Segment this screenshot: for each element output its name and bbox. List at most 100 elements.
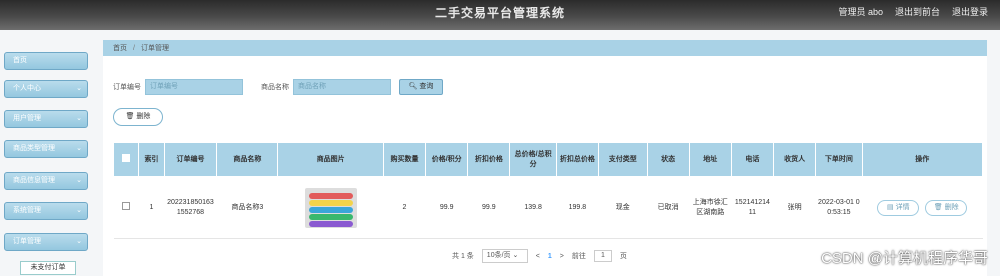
breadcrumb-home[interactable]: 首页 xyxy=(113,43,127,53)
sidebar-item-orders[interactable]: 订单管理 ⌄ xyxy=(4,233,88,251)
cell-discount-total: 199.8 xyxy=(556,176,599,239)
row-checkbox[interactable] xyxy=(122,201,131,210)
cell-status: 已取消 xyxy=(647,176,690,239)
order-no-label: 订单编号 xyxy=(113,84,141,91)
cell-order-no: 2022318501631552768 xyxy=(164,176,217,239)
column-header: 购买数量 xyxy=(382,142,427,177)
cell-price: 99.9 xyxy=(425,176,468,239)
thumb-band xyxy=(308,206,353,213)
page-number[interactable]: 1 xyxy=(548,253,552,260)
table-row: 1 2022318501631552768 商品名称3 2 99.9 99.9 … xyxy=(113,176,983,239)
cell-address: 上海市徐汇区湖南路 xyxy=(689,176,732,239)
column-header: 状态 xyxy=(646,142,690,177)
product-name-input[interactable]: 商品名称 xyxy=(293,79,391,95)
chevron-down-icon: ⌄ xyxy=(76,85,82,92)
cell-total: 139.8 xyxy=(509,176,557,239)
admin-label: 管理员 abo xyxy=(838,7,883,17)
sidebar-item-label: 系统管理 xyxy=(13,207,41,214)
column-header: 地址 xyxy=(688,142,732,177)
chevron-down-icon: ⌄ xyxy=(76,177,82,184)
detail-icon: ▤ xyxy=(887,203,894,211)
column-header: 电话 xyxy=(730,142,775,177)
main-content: 首页 / 订单管理 订单编号 订单编号 商品名称 商品名称 🔍︎ 查询 🗑︎ 删… xyxy=(103,40,987,276)
breadcrumb-current: 订单管理 xyxy=(140,45,169,52)
column-header: 索引 xyxy=(138,142,165,177)
trash-icon: 🗑︎ xyxy=(125,113,135,120)
cell-receiver: 张明 xyxy=(773,176,816,239)
search-icon: 🔍︎ xyxy=(408,83,418,90)
sidebar-item-profile[interactable]: 个人中心 ⌄ xyxy=(4,80,88,98)
cell-pay-type: 现金 xyxy=(598,176,647,239)
delete-button-label: 删除 xyxy=(944,203,959,211)
column-header: 收货人 xyxy=(773,142,817,177)
sidebar-subitem-unpaid-orders[interactable]: 未支付订单 xyxy=(20,261,76,275)
product-name-label: 商品名称 xyxy=(261,84,289,91)
back-to-front-link[interactable]: 退出到前台 xyxy=(895,5,940,18)
sidebar: 首页 个人中心 ⌄ 用户管理 ⌄ 商品类型管理 ⌄ 商品信息管理 ⌄ 系统管理 … xyxy=(0,30,98,276)
delete-button[interactable]: 🗑︎ 删除 xyxy=(925,199,968,216)
search-bar: 订单编号 订单编号 商品名称 商品名称 🔍︎ 查询 xyxy=(113,79,443,95)
header-actions: 管理员 abo 退出到前台 退出登录 xyxy=(838,5,988,18)
sidebar-item-users[interactable]: 用户管理 ⌄ xyxy=(4,110,88,128)
select-all-checkbox[interactable] xyxy=(122,153,131,162)
cell-product-name: 商品名称3 xyxy=(216,176,278,239)
batch-delete-button[interactable]: 🗑︎ 删除 xyxy=(113,108,163,126)
column-header: 折扣价格 xyxy=(467,142,511,177)
goto-label: 前往 xyxy=(571,253,586,260)
cell-discount-price: 99.9 xyxy=(467,176,510,239)
sidebar-item-product-types[interactable]: 商品类型管理 ⌄ xyxy=(4,140,88,158)
sidebar-item-label: 个人中心 xyxy=(13,85,41,92)
cell-phone: 15214121411 xyxy=(731,176,774,239)
column-header: 价格/积分 xyxy=(425,142,469,177)
chevron-down-icon: ⌄ xyxy=(512,252,519,259)
chevron-down-icon: ⌄ xyxy=(76,145,82,152)
watermark: CSDN @计算机程序华哥 xyxy=(821,250,988,267)
breadcrumb: 首页 / 订单管理 xyxy=(103,40,987,56)
logout-link[interactable]: 退出登录 xyxy=(952,5,988,18)
cell-product-image xyxy=(277,176,384,239)
chevron-down-icon: ⌄ xyxy=(76,115,82,122)
select-all-header[interactable] xyxy=(112,142,140,177)
sidebar-item-label: 商品类型管理 xyxy=(13,145,55,152)
chevron-down-icon: ⌄ xyxy=(76,207,82,214)
next-page-button[interactable]: > xyxy=(560,253,564,260)
column-header: 操作 xyxy=(861,142,984,177)
orders-table: 索引 订单编号 商品名称 商品图片 购买数量 价格/积分 折扣价格 总价格/总积… xyxy=(112,142,984,239)
thumb-band xyxy=(308,213,353,220)
product-image xyxy=(304,187,357,228)
column-header: 支付类型 xyxy=(598,142,648,177)
column-header: 订单编号 xyxy=(163,142,218,177)
column-header: 下单时间 xyxy=(815,142,863,177)
search-button-label: 查询 xyxy=(419,83,434,90)
prev-page-button[interactable]: < xyxy=(536,253,540,260)
sidebar-item-system[interactable]: 系统管理 ⌄ xyxy=(4,202,88,220)
cell-actions: ▤ 详情 🗑︎ 删除 xyxy=(862,176,983,239)
detail-button[interactable]: ▤ 详情 xyxy=(877,199,920,216)
top-header: 二手交易平台管理系统 管理员 abo 退出到前台 退出登录 xyxy=(0,0,1000,30)
cell-quantity: 2 xyxy=(383,176,426,239)
cell-index: 1 xyxy=(138,176,165,239)
column-header: 折扣总价格 xyxy=(555,142,600,177)
goto-page-input[interactable]: 1 xyxy=(593,250,612,262)
goto-unit: 页 xyxy=(619,253,627,260)
sidebar-item-label: 商品信息管理 xyxy=(13,177,55,184)
sidebar-item-products[interactable]: 商品信息管理 ⌄ xyxy=(4,172,88,190)
batch-delete-label: 删除 xyxy=(136,113,151,120)
column-header: 总价格/总积分 xyxy=(509,142,557,177)
search-button[interactable]: 🔍︎ 查询 xyxy=(399,79,443,95)
order-no-input[interactable]: 订单编号 xyxy=(145,79,243,95)
pagination: 共 1 条 10条/页 ⌄ < 1 > 前往 1 页 xyxy=(452,249,627,263)
breadcrumb-separator: / xyxy=(133,44,135,52)
pagination-total: 共 1 条 xyxy=(452,253,474,260)
trash-icon: 🗑︎ xyxy=(933,203,943,211)
column-header: 商品名称 xyxy=(216,142,279,177)
row-select-cell[interactable] xyxy=(113,176,139,239)
sidebar-item-home[interactable]: 首页 xyxy=(4,52,88,70)
thumb-band xyxy=(308,199,353,206)
table-header-row: 索引 订单编号 商品名称 商品图片 购买数量 价格/积分 折扣价格 总价格/总积… xyxy=(112,142,984,177)
thumb-band xyxy=(308,220,353,227)
page-size-select[interactable]: 10条/页 ⌄ xyxy=(481,249,528,263)
detail-button-label: 详情 xyxy=(895,203,910,211)
column-header: 商品图片 xyxy=(277,142,384,177)
thumb-band xyxy=(308,192,353,199)
